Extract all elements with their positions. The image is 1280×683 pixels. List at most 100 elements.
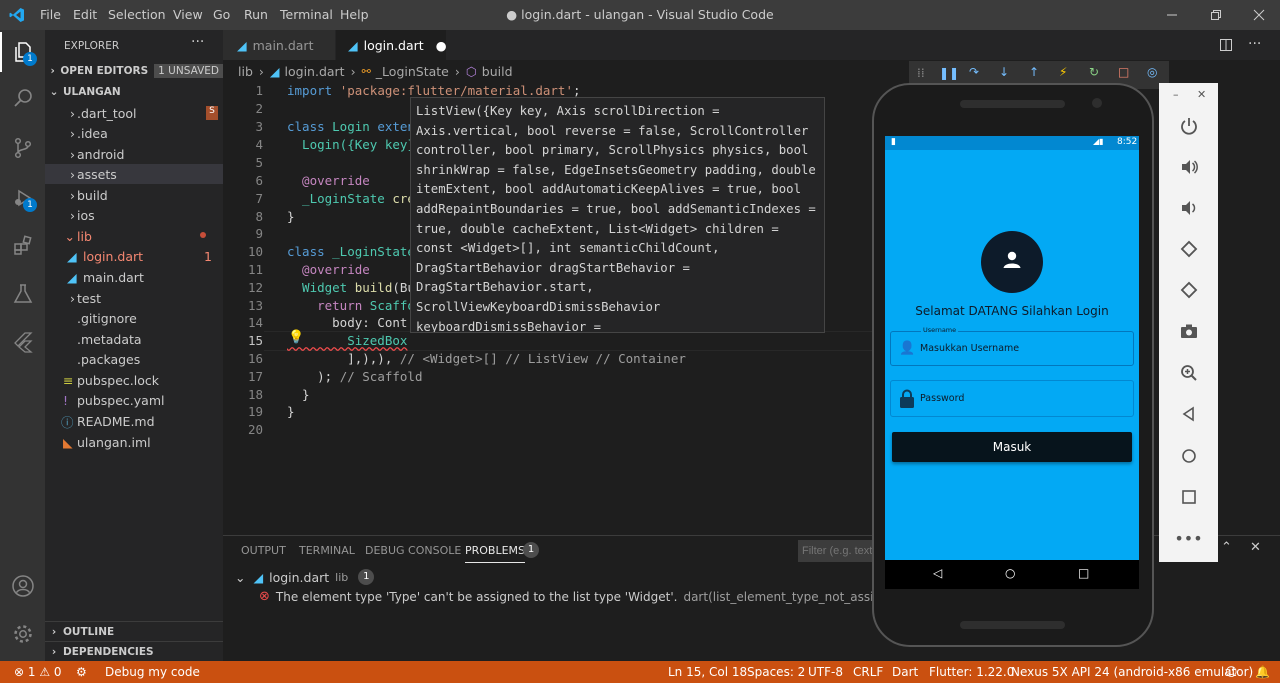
problems-status[interactable]: ⊗ 1 ⚠ 0 [14, 665, 62, 679]
folder-build[interactable]: › build [45, 185, 223, 205]
menu-go[interactable]: Go [213, 7, 230, 22]
problem-file-row[interactable]: ⌄ ◢ login.dart lib 1 [235, 569, 375, 585]
rotate-left-button[interactable] [1159, 235, 1218, 263]
split-editor-icon[interactable] [1219, 38, 1233, 52]
testing-button[interactable] [0, 274, 45, 314]
feedback-icon[interactable]: ☺ [1225, 665, 1238, 679]
file-metadata[interactable]: .metadata [45, 329, 223, 349]
problems-filter-input[interactable] [798, 540, 878, 562]
folder-assets[interactable]: › assets [45, 164, 223, 184]
indentation[interactable]: Spaces: 2 [747, 665, 805, 679]
menu-file[interactable]: File [40, 7, 61, 22]
power-button[interactable] [1159, 112, 1218, 140]
step-out-icon[interactable]: ↑ [1029, 65, 1039, 79]
minimize-icon[interactable] [1166, 9, 1178, 21]
tab-output[interactable]: OUTPUT [241, 544, 286, 557]
flutter-version[interactable]: Flutter: 1.22.0 [929, 665, 1014, 679]
back-icon[interactable]: ◁ [933, 566, 942, 580]
flutter-button[interactable] [0, 322, 45, 362]
code-line-1: import 'package:flutter/material.dart'; [287, 83, 581, 98]
folder-idea[interactable]: › .idea [45, 123, 223, 143]
home-button[interactable] [1159, 442, 1218, 470]
recents-icon[interactable]: □ [1078, 566, 1089, 580]
password-field[interactable]: Password [890, 380, 1134, 417]
breadcrumb-class[interactable]: _LoginState [376, 64, 449, 79]
project-section[interactable]: ⌄ ULANGAN [45, 82, 223, 102]
line-ending[interactable]: CRLF [853, 665, 883, 679]
cursor-position[interactable]: Ln 15, Col 18 [668, 665, 747, 679]
menu-selection[interactable]: Selection [108, 7, 166, 22]
encoding[interactable]: UTF-8 [808, 665, 843, 679]
tab-login-dart[interactable]: ◢ login.dart ● [336, 30, 447, 60]
unsaved-dot-icon[interactable]: ● [436, 38, 447, 53]
close-panel-icon[interactable]: ✕ [1250, 540, 1261, 555]
breadcrumb-folder[interactable]: lib [238, 64, 253, 79]
outline-section[interactable]: › OUTLINE [45, 621, 223, 642]
dependencies-section[interactable]: › DEPENDENCIES [45, 641, 223, 662]
step-over-icon[interactable]: ↷ [969, 65, 979, 79]
device-selector[interactable]: Nexus 5X API 24 (android-x86 emulator) [1011, 665, 1253, 679]
folder-ios[interactable]: › ios [45, 205, 223, 225]
volume-down-button[interactable] [1159, 194, 1218, 222]
folder-test[interactable]: › test [45, 288, 223, 308]
overview-button[interactable] [1159, 483, 1218, 511]
extensions-button[interactable] [0, 226, 45, 266]
restart-icon[interactable]: ↻ [1089, 65, 1099, 79]
folder-dart-tool[interactable]: › .dart_tool S [45, 103, 223, 123]
language-mode[interactable]: Dart [892, 665, 918, 679]
menu-help[interactable]: Help [340, 7, 369, 22]
source-control-button[interactable] [0, 128, 45, 168]
back-button[interactable] [1159, 400, 1218, 428]
devtools-icon[interactable]: ◎ [1147, 65, 1157, 79]
explorer-button[interactable]: 1 [0, 32, 45, 72]
stop-icon[interactable]: □ [1118, 65, 1129, 79]
hot-reload-icon[interactable]: ⚡ [1059, 65, 1067, 79]
file-ulangan-iml[interactable]: ◣ ulangan.iml [45, 432, 223, 452]
tab-terminal[interactable]: TERMINAL [299, 544, 355, 557]
menu-edit[interactable]: Edit [73, 7, 97, 22]
file-pubspec-lock[interactable]: ≡ pubspec.lock [45, 370, 223, 390]
pause-icon[interactable]: ❚❚ [939, 66, 959, 80]
tab-problems[interactable]: PROBLEMS [465, 544, 526, 563]
zoom-button[interactable] [1159, 359, 1218, 387]
accounts-button[interactable] [0, 566, 45, 606]
maximize-panel-icon[interactable]: ⌃ [1221, 540, 1232, 555]
menu-run[interactable]: Run [244, 7, 268, 22]
file-login-dart[interactable]: ◢ login.dart 1 [45, 246, 223, 266]
file-readme[interactable]: ⓘ README.md [45, 411, 223, 431]
drag-handle-icon[interactable]: ⁞⁞ [917, 66, 925, 80]
menu-view[interactable]: View [173, 7, 203, 22]
username-field[interactable]: Username 👤 Masukkan Username [890, 326, 1134, 366]
breadcrumb-method[interactable]: build [482, 64, 513, 79]
run-debug-button[interactable]: 1 [0, 178, 45, 218]
folder-android[interactable]: › android [45, 144, 223, 164]
step-into-icon[interactable]: ↓ [999, 65, 1009, 79]
login-button[interactable]: Masuk [892, 432, 1132, 462]
home-icon[interactable]: ○ [1005, 566, 1015, 580]
volume-up-button[interactable] [1159, 153, 1218, 181]
more-actions-icon[interactable]: ··· [1248, 36, 1261, 52]
screenshot-button[interactable] [1159, 317, 1218, 345]
restore-icon[interactable] [1210, 9, 1222, 21]
open-editors-section[interactable]: › OPEN EDITORS 1 UNSAVED [45, 61, 223, 81]
close-icon[interactable]: ✕ [1197, 88, 1206, 101]
tab-main-dart[interactable]: ◢ main.dart [223, 30, 335, 60]
menu-terminal[interactable]: Terminal [280, 7, 333, 22]
debug-config[interactable]: Debug my code [105, 665, 200, 679]
tab-debug-console[interactable]: DEBUG CONSOLE [365, 544, 461, 557]
more-actions-icon[interactable]: ··· [191, 34, 204, 50]
rotate-right-button[interactable] [1159, 276, 1218, 304]
file-packages[interactable]: .packages [45, 349, 223, 369]
minimize-icon[interactable]: – [1173, 88, 1179, 101]
breadcrumb-file[interactable]: login.dart [285, 64, 345, 79]
more-options-button[interactable]: ••• [1159, 524, 1218, 552]
search-button[interactable] [0, 78, 45, 118]
settings-button[interactable] [0, 614, 45, 654]
close-window-icon[interactable] [1253, 9, 1265, 21]
file-gitignore[interactable]: .gitignore [45, 308, 223, 328]
problem-row[interactable]: ⊗ The element type 'Type' can't be assig… [259, 589, 947, 604]
folder-lib[interactable]: ⌄ lib [45, 226, 223, 246]
file-pubspec-yaml[interactable]: ! pubspec.yaml [45, 390, 223, 410]
notifications-icon[interactable]: 🔔 [1255, 665, 1270, 679]
file-main-dart[interactable]: ◢ main.dart [45, 267, 223, 287]
